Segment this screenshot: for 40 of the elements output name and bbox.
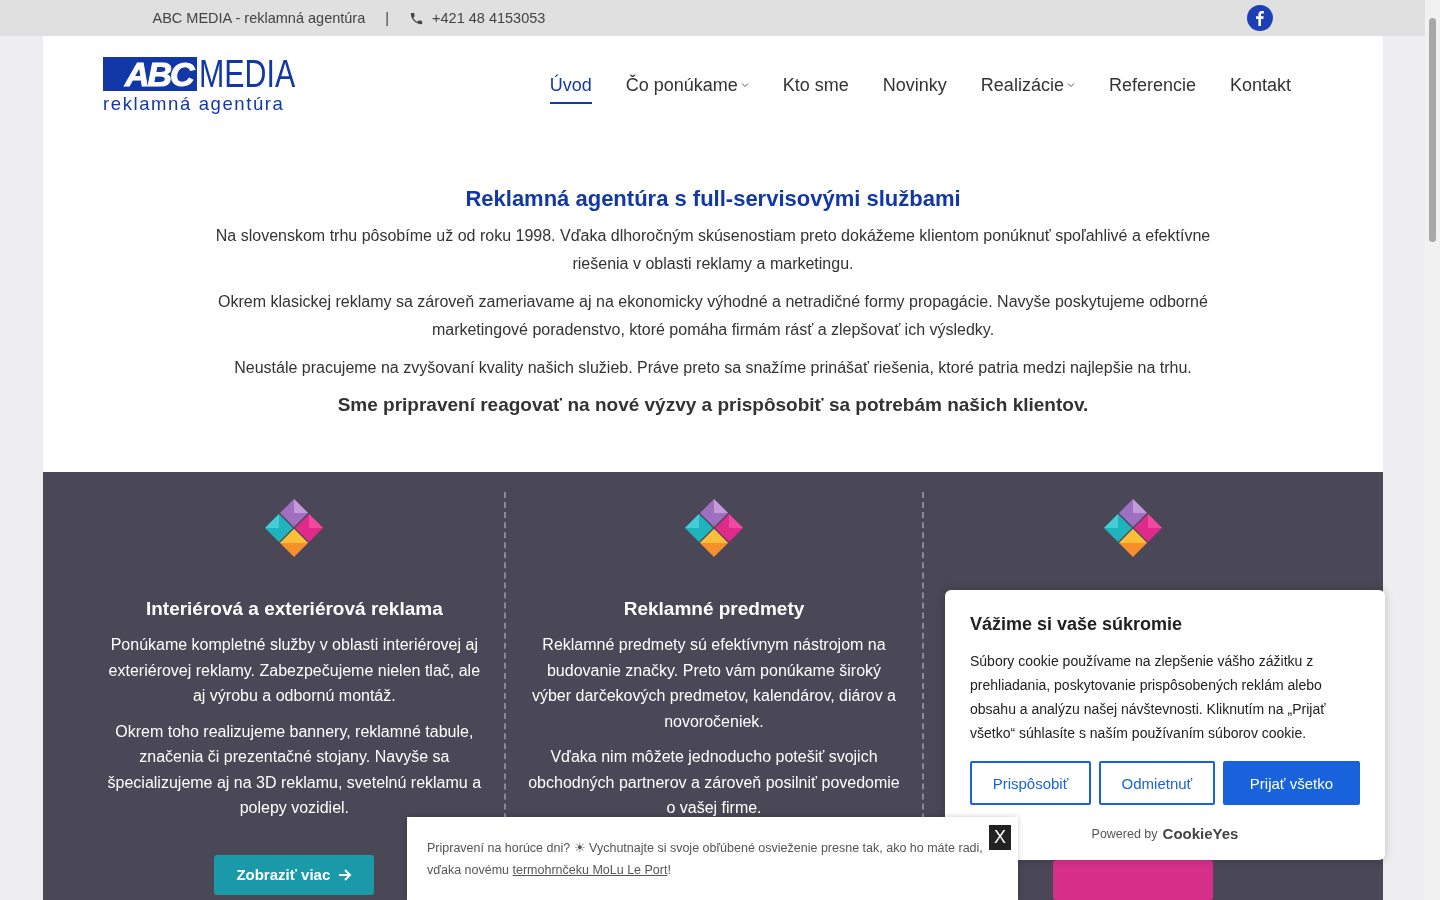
more-button[interactable] bbox=[1052, 860, 1213, 900]
nav-link[interactable]: Referencie bbox=[1108, 68, 1196, 104]
cookie-button[interactable]: Odmietnuť bbox=[1098, 761, 1215, 805]
phone-icon bbox=[409, 10, 425, 26]
intro-title: Reklamná agentúra s full-servisovými službami bbox=[464, 186, 962, 212]
service-description: Ponúkame kompletné služby v oblasti interiérovej aj exteriérovej reklamy. Zabezpečujeme nielen tlač, ale aj výrobu a odbornú montáž. bbox=[107, 635, 482, 706]
cookie-button[interactable]: Prispôsobiť bbox=[970, 761, 1091, 805]
company-name: ABC MEDIA - reklamná agentúra bbox=[152, 10, 366, 26]
caret-icon bbox=[1066, 82, 1075, 88]
facebook-icon[interactable] bbox=[1246, 5, 1273, 31]
diamond-icon bbox=[1102, 498, 1163, 558]
service-description: Reklamné predmety sú efektívnym nástrojom na budovanie značky. Preto vám ponúkame široký výber darčekových predmetov, kalendárov, diárov a novoročeniek. bbox=[530, 635, 897, 732]
nav-link[interactable]: Kto sme bbox=[782, 68, 849, 104]
logo[interactable]: ABC MEDIA reklamná agentúra bbox=[103, 57, 320, 115]
phone-number[interactable]: +421 48 4153053 bbox=[432, 10, 546, 26]
service-title: Interiérová a exteriérová reklama bbox=[145, 598, 443, 620]
diamond-icon bbox=[264, 498, 325, 558]
diamond-icon bbox=[684, 498, 744, 558]
service-description: Okrem toho realizujeme bannery, reklamné tabule, značenia či prezentačné stojany. Navyše sa špecializujeme aj na 3D reklamu, svetelnú reklamu a polepy vozidiel. bbox=[107, 721, 482, 818]
accept-button[interactable]: Prijať všetko bbox=[1222, 761, 1360, 805]
separator: | bbox=[385, 10, 390, 26]
intro-paragraph: Okrem klasickej reklamy sa zároveň zameriavame aj na ekonomicky výhodné a netradičné formy propagácie. Navyše poskytujeme odborné marketingové poradenstvo, ktoré pomáha firmám rásť a zlepšovať ich výsledky. bbox=[217, 292, 1209, 340]
service-title: Reklamné predmety bbox=[623, 598, 805, 620]
nav-link[interactable]: Novinky bbox=[882, 68, 947, 104]
nav-link[interactable]: Čo ponúkame bbox=[625, 68, 749, 104]
intro-paragraph: Na slovenskom trhu pôsobíme už od roku 1998. Vďaka dlhoročným skúsenostiam preto dokážeme klientom ponúknuť spoľahlivé a efektívne riešenia v oblasti reklamy a marketingu. bbox=[214, 226, 1212, 274]
cookie-title: Vážime si vaše súkromie bbox=[970, 614, 1184, 635]
service-description: Vďaka nim môžete jednoducho potešiť svojich obchodných partnerov a zároveň posilniť povedomie o vašej firme. bbox=[527, 747, 901, 818]
arrow-right-icon bbox=[338, 868, 353, 881]
caret-icon bbox=[740, 82, 749, 88]
cookie-text: Súbory cookie používame na zlepšenie vášho zážitku z prehliadania, poskytovanie prispôsobených reklám alebo obsahu a analýzu našej návštevnosti. Kliknutím na „Prijať všetko“ súhlasíte s naším používaním súborov cookie. bbox=[970, 652, 1327, 743]
intro-paragraph: Neustále pracujeme na zvyšovaní kvality našich služieb. Práve preto sa snažíme prinášať riešenia, ktoré patria medzi najlepšie na trhu. bbox=[233, 358, 1193, 378]
intro-tagline: Sme pripravení reagovať na nové výzvy a prispôsobiť sa potrebám našich klientov. bbox=[336, 394, 1090, 416]
cookieyes-logo[interactable]: CookieYes bbox=[1162, 825, 1239, 842]
close-button[interactable]: X bbox=[989, 825, 1011, 850]
powered-by-label: Powered by bbox=[1091, 826, 1158, 841]
nav-link[interactable]: Realizácie bbox=[980, 68, 1075, 104]
notice-text: Pripravení na horúce dni? ☀ Vychutnajte si svoje obľúbené osvieženie presne tak, ako ho máte radi, vďaka novému termohrnčeku MoLu Le Port! bbox=[427, 840, 984, 879]
nav-link[interactable]: Kontakt bbox=[1229, 68, 1291, 104]
nav-link[interactable]: Úvod bbox=[549, 68, 592, 104]
